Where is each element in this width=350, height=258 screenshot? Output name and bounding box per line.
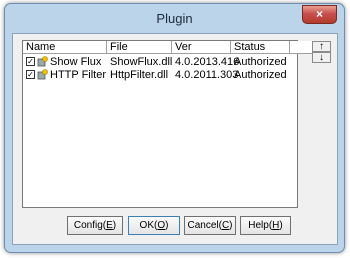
arrow-down-icon: ↓ xyxy=(319,52,324,63)
plugin-icon xyxy=(37,69,48,80)
column-filler xyxy=(290,41,313,54)
column-status[interactable]: Status xyxy=(231,41,290,54)
column-file[interactable]: File xyxy=(107,41,172,54)
plugin-dialog: Plugin × Name File Ver Status ✓ Show Flu… xyxy=(4,3,345,253)
column-name[interactable]: Name xyxy=(23,41,107,54)
plugin-file: HttpFilter.dll xyxy=(110,69,169,81)
list-item[interactable]: ✓ Show Flux ShowFlux.dll 4.0.2013.416 Au… xyxy=(23,56,293,68)
help-button[interactable]: Help(H) xyxy=(240,216,291,235)
plugin-ver: 4.0.2013.416 xyxy=(175,56,240,68)
move-down-button[interactable]: ↓ xyxy=(312,52,331,63)
plugin-name: HTTP Filter xyxy=(50,69,107,81)
arrow-up-icon: ↑ xyxy=(319,41,324,52)
column-ver[interactable]: Ver xyxy=(172,41,231,54)
plugin-status: Authorized xyxy=(234,69,287,81)
plugin-file: ShowFlux.dll xyxy=(110,56,173,68)
list-item[interactable]: ✓ HTTP Filter HttpFilter.dll 4.0.2011.30… xyxy=(23,69,293,81)
list-header: Name File Ver Status xyxy=(23,41,313,55)
plugin-status: Authorized xyxy=(234,56,287,68)
close-button[interactable]: × xyxy=(302,5,337,24)
plugin-list[interactable]: Name File Ver Status ✓ Show Flux ShowFlu… xyxy=(22,40,313,208)
plugin-ver: 4.0.2011.303 xyxy=(175,69,239,81)
plugin-icon xyxy=(37,56,48,67)
move-up-button[interactable]: ↑ xyxy=(312,41,331,52)
cancel-button[interactable]: Cancel(C) xyxy=(184,216,236,235)
window-title: Plugin xyxy=(156,11,193,26)
ok-button[interactable]: OK(O) xyxy=(128,216,180,235)
plugin-name: Show Flux xyxy=(50,56,102,68)
config-button[interactable]: Config(E) xyxy=(67,216,123,235)
checkbox-checked-icon[interactable]: ✓ xyxy=(26,57,35,66)
checkbox-checked-icon[interactable]: ✓ xyxy=(26,70,35,79)
dialog-client: Name File Ver Status ✓ Show Flux ShowFlu… xyxy=(12,33,338,245)
